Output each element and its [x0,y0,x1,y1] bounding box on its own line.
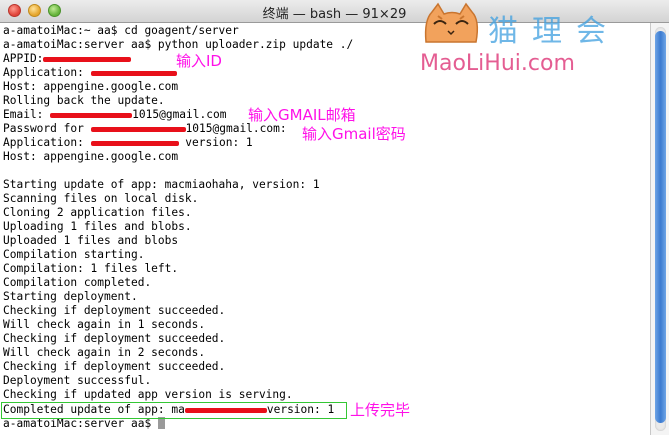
terminal-line: APPID: [3,52,132,66]
watermark: 猫理会 MaoLiHui.com [412,0,632,78]
watermark-english: MaoLiHui.com [420,51,575,76]
redacted-appid [43,56,132,62]
terminal-line: Starting deployment. [3,290,138,303]
scroll-thumb[interactable] [655,31,666,423]
terminal-line: Checking if updated app version is servi… [3,388,293,401]
email-suffix: 1015@gmail.com [132,108,227,121]
line-text: Application: [3,66,91,79]
line-text: Application: [3,136,91,149]
application-version: version: 1 [178,136,253,149]
terminal-window: 终端 — bash — 91×29 a-amatoiMac:~ aa$ cd g… [0,0,669,435]
terminal-line: Application: version: 1 [3,136,253,150]
terminal-line: Rolling back the update. [3,94,165,107]
terminal-content[interactable]: a-amatoiMac:~ aa$ cd goagent/server a-am… [0,23,650,435]
terminal-line: Checking if deployment succeeded. [3,332,226,345]
line-text: Email: [3,108,51,121]
terminal-line: Will check again in 2 seconds. [3,346,206,359]
terminal-line: Scanning files on local disk. [3,192,199,205]
terminal-line: Deployment successful. [3,374,152,387]
terminal-line: Compilation: 1 files left. [3,262,179,275]
terminal-line: Uploaded 1 files and blobs [3,234,179,247]
completed-highlight-box [1,402,347,419]
redacted-password-email [90,126,186,132]
redacted-email [50,112,133,118]
terminal-line: Email: 1015@gmail.com [3,108,226,122]
watermark-chinese: 猫理会 [488,14,620,49]
terminal-prompt: a-amatoiMac:server aa$ [3,417,165,431]
cat-logo-icon [424,2,479,43]
terminal-line: Checking if deployment succeeded. [3,304,226,317]
terminal-line: Password for 1015@gmail.com: [3,122,287,136]
annotation-upload-complete: 上传完毕 [350,401,411,419]
terminal-line: Host: appengine.google.com [3,150,179,163]
terminal-line: Compilation completed. [3,276,152,289]
redacted-app-name [90,140,179,146]
terminal-line: Application: [3,66,177,80]
terminal-line: Cloning 2 application files. [3,206,192,219]
line-text: Password for [3,122,91,135]
terminal-line: Compilation starting. [3,248,145,261]
vertical-scrollbar[interactable] [650,23,669,435]
terminal-line: Checking if deployment succeeded. [3,360,226,373]
line-text: APPID: [3,52,44,65]
terminal-line: Host: appengine.google.com [3,80,179,93]
terminal-line: a-amatoiMac:~ aa$ cd goagent/server [3,24,239,37]
annotation-enter-gmail: 输入GMAIL邮箱 [248,106,356,124]
annotation-enter-password: 输入Gmail密码 [302,125,406,143]
terminal-line: Starting update of app: macmiaohaha, ver… [3,178,320,191]
annotation-enter-id: 输入ID [176,52,222,70]
terminal-line: Uploading 1 files and blobs. [3,220,192,233]
redacted-app-name [90,70,177,76]
terminal-line: Will check again in 1 seconds. [3,318,206,331]
